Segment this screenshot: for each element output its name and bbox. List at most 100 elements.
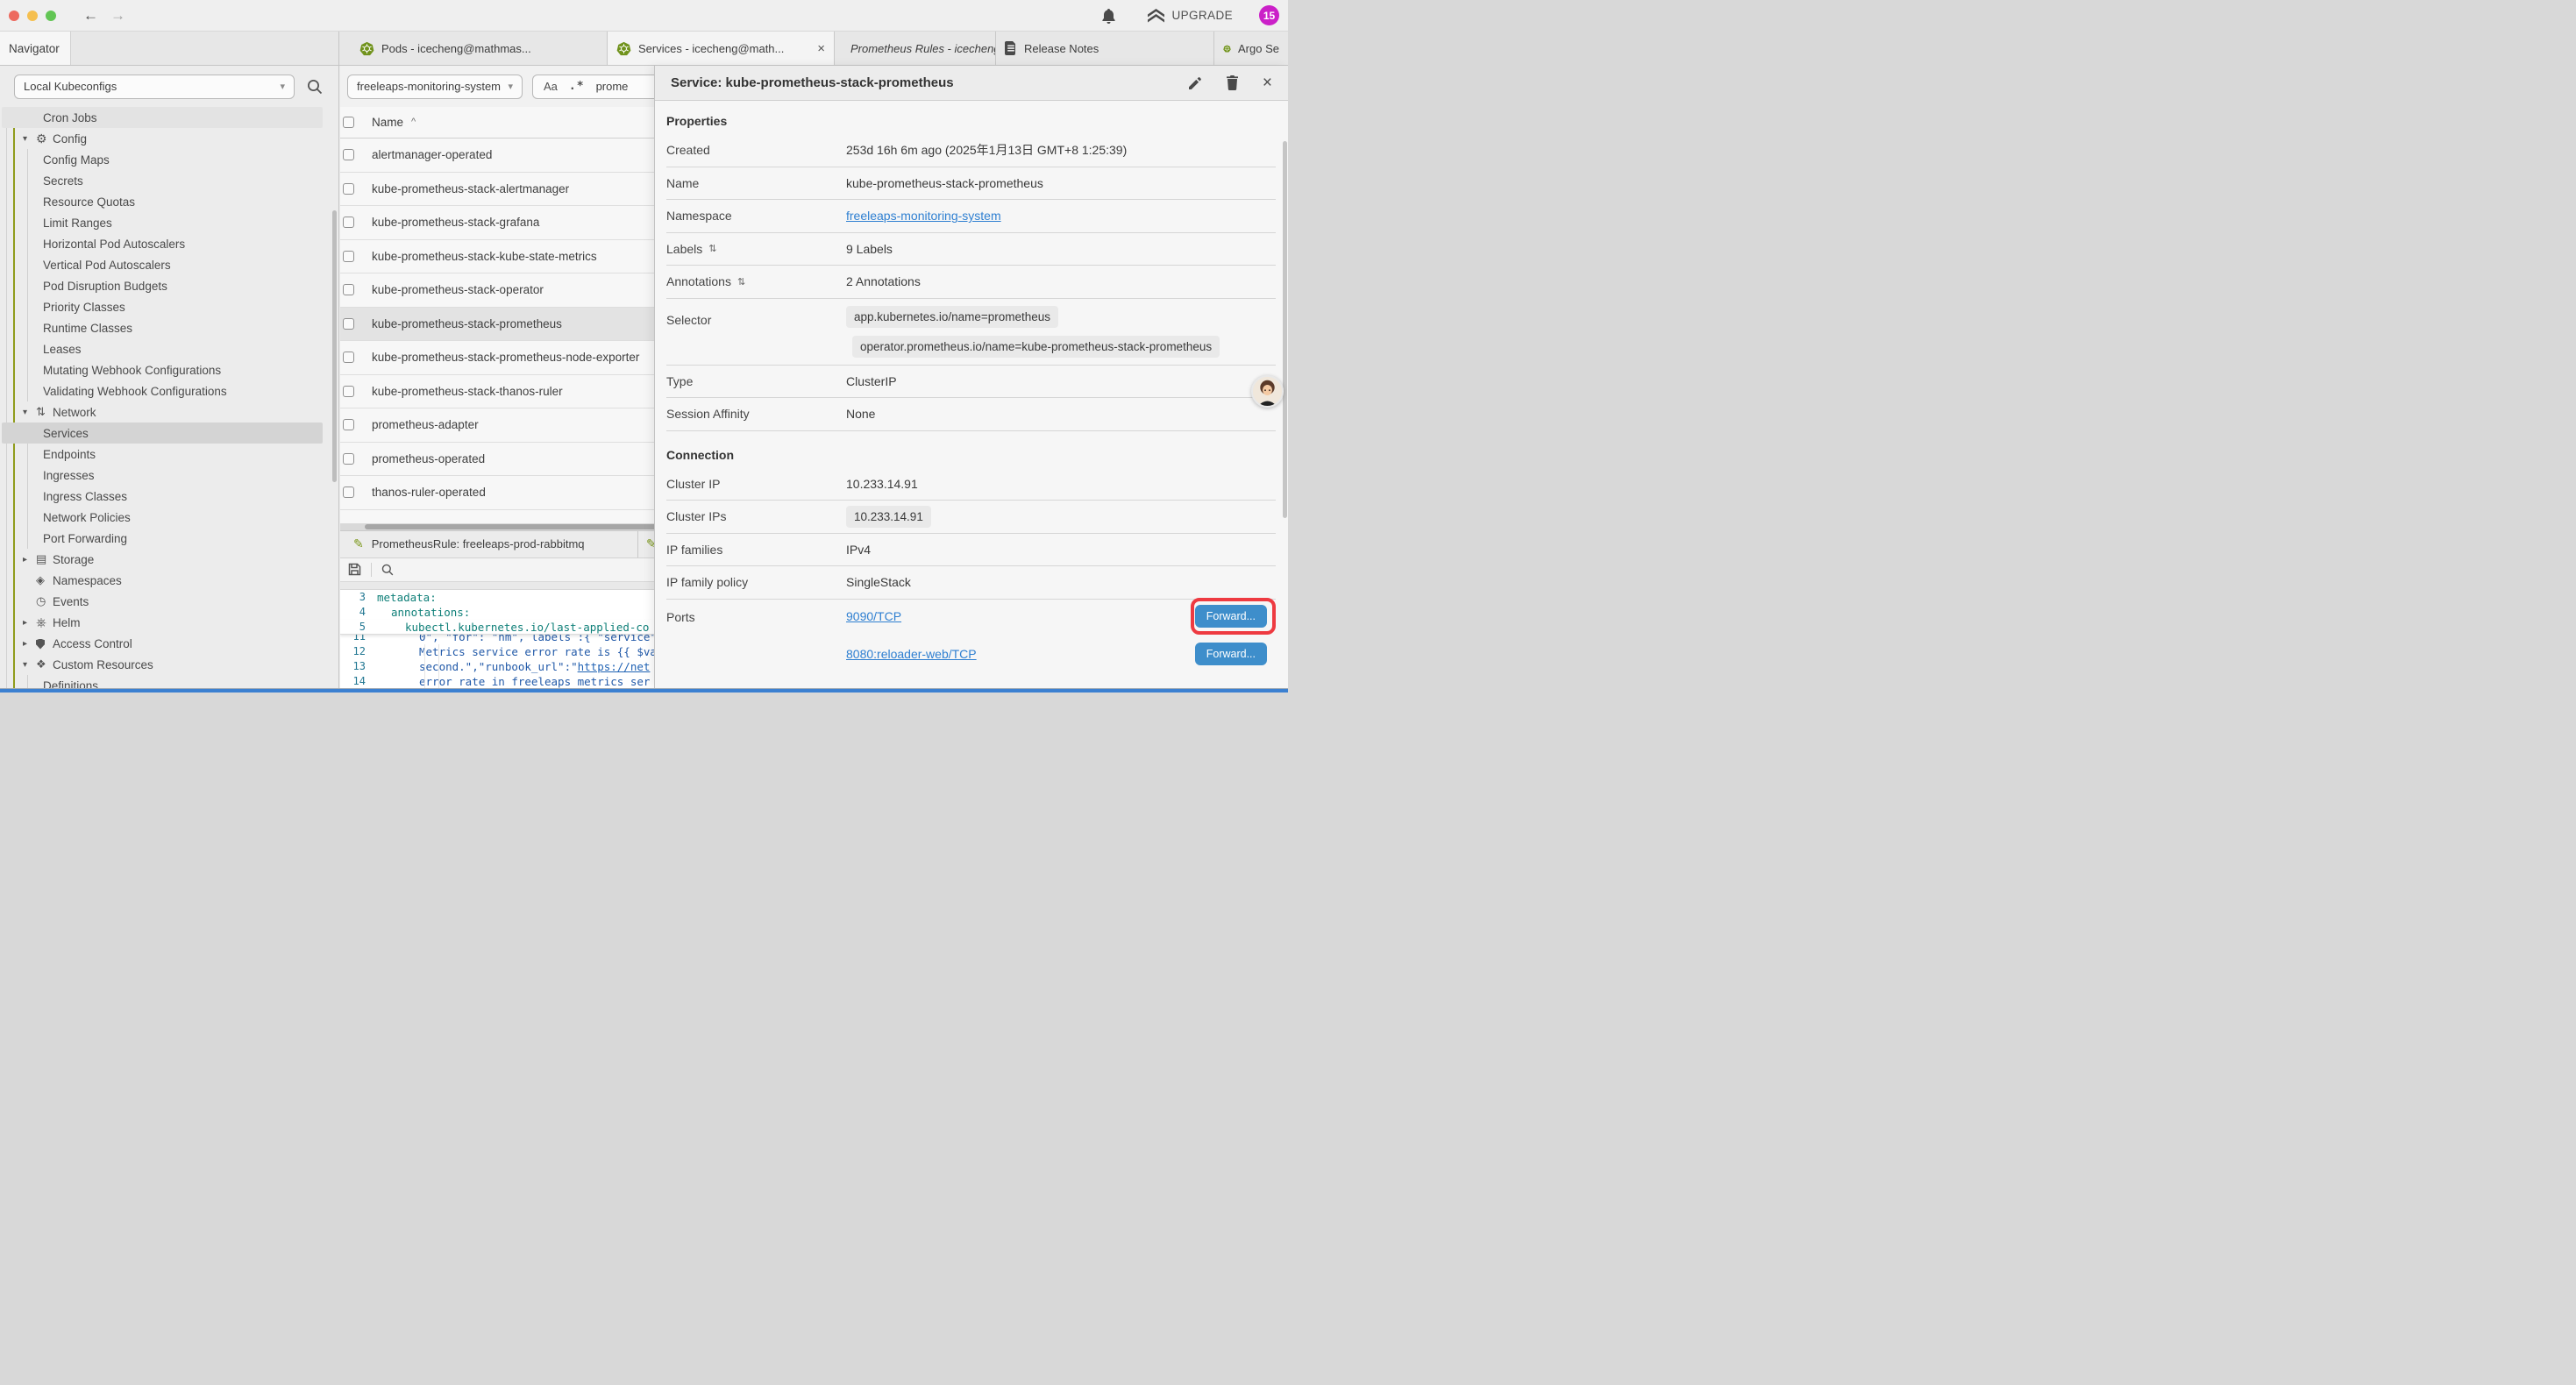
sidebar-item[interactable]: Runtime Classes [2, 317, 323, 338]
port-link-9090[interactable]: 9090/TCP [846, 609, 901, 623]
sidebar-item[interactable]: Config Maps [2, 149, 323, 170]
sidebar-item[interactable]: Access Control [2, 633, 323, 654]
window-zoom-button[interactable] [46, 11, 56, 21]
namespace-filter[interactable]: freeleaps-monitoring-system ▾ [347, 75, 523, 99]
forward-button-8080[interactable]: Forward... [1195, 643, 1267, 666]
row-checkbox[interactable] [343, 251, 354, 262]
row-checkbox[interactable] [343, 487, 354, 498]
chevron-icon[interactable] [23, 618, 36, 628]
app-tabs: Pods - icecheng@mathmas... Services - ic… [339, 32, 1288, 65]
column-header-name[interactable]: Name [372, 116, 403, 129]
chevron-icon[interactable] [23, 660, 36, 670]
drawer-scrollbar[interactable] [1283, 141, 1287, 518]
sidebar-item[interactable]: Endpoints [2, 444, 323, 465]
regex-toggle[interactable]: .* [569, 80, 585, 93]
line-number: 4 [340, 605, 377, 620]
property-row-ip-family-policy: IP family policy SingleStack [666, 566, 1276, 600]
window-close-button[interactable] [9, 11, 19, 21]
cluster-ip-chip[interactable]: 10.233.14.91 [846, 506, 931, 528]
upgrade-button[interactable]: UPGRADE [1148, 9, 1233, 23]
selector-chip[interactable]: app.kubernetes.io/name=prometheus [846, 306, 1058, 328]
tab-argo[interactable]: Argo Se [1214, 32, 1288, 65]
window-minimize-button[interactable] [27, 11, 38, 21]
navigator-scrollbar[interactable] [332, 210, 337, 482]
sidebar-item[interactable]: Ingresses [2, 465, 323, 486]
row-checkbox[interactable] [343, 149, 354, 160]
sidebar-item[interactable]: Secrets [2, 170, 323, 191]
search-icon[interactable] [307, 79, 323, 95]
row-checkbox[interactable] [343, 419, 354, 430]
sidebar-item[interactable]: Mutating Webhook Configurations [2, 359, 323, 380]
chevron-icon[interactable] [23, 408, 36, 417]
row-checkbox[interactable] [343, 284, 354, 295]
avatar[interactable] [1251, 375, 1284, 408]
sidebar-item[interactable]: Vertical Pod Autoscalers [2, 254, 323, 275]
tab-navigator[interactable]: Navigator [0, 32, 71, 65]
service-name: thanos-ruler-operated [372, 486, 486, 499]
select-all-checkbox[interactable] [343, 117, 354, 128]
sidebar-item[interactable]: Namespaces [2, 570, 323, 591]
property-row-ip-families: IP families IPv4 [666, 534, 1276, 567]
sidebar-item[interactable]: Horizontal Pod Autoscalers [2, 233, 323, 254]
sidebar-item[interactable]: Pod Disruption Budgets [2, 275, 323, 296]
sidebar-item[interactable]: Leases [2, 338, 323, 359]
sort-ascending-icon[interactable]: ^ [411, 117, 416, 127]
row-checkbox[interactable] [343, 318, 354, 330]
sidebar-item[interactable]: Definitions [2, 675, 323, 688]
chevron-icon[interactable] [23, 555, 36, 565]
editor-search-icon[interactable] [381, 564, 394, 576]
back-button[interactable]: ← [83, 8, 98, 23]
notification-badge[interactable]: 15 [1259, 5, 1279, 25]
close-icon[interactable]: × [1263, 74, 1272, 93]
kubeconfig-selector[interactable]: Local Kubeconfigs ▾ [14, 75, 295, 99]
sort-icon[interactable]: ⇅ [708, 243, 716, 254]
sidebar-item-label: Events [53, 595, 89, 608]
delete-icon[interactable] [1226, 75, 1239, 90]
save-icon[interactable] [348, 563, 361, 576]
service-name: kube-prometheus-stack-alertmanager [372, 182, 569, 195]
row-checkbox[interactable] [343, 183, 354, 195]
sidebar-item[interactable]: Helm [2, 612, 323, 633]
row-checkbox[interactable] [343, 386, 354, 397]
selector-chip[interactable]: operator.prometheus.io/name=kube-prometh… [852, 336, 1220, 358]
chevron-icon[interactable] [23, 134, 36, 144]
code-link[interactable]: https://net [578, 660, 651, 673]
sidebar-item[interactable]: Ingress Classes [2, 486, 323, 507]
chevron-icon[interactable] [23, 639, 36, 649]
sidebar-item[interactable]: Custom Resources [2, 654, 323, 675]
sidebar-item[interactable]: Resource Quotas [2, 191, 323, 212]
port-link-8080[interactable]: 8080:reloader-web/TCP [846, 647, 977, 661]
edit-icon[interactable] [1188, 76, 1202, 90]
tab-services[interactable]: Services - icecheng@math... × [608, 32, 835, 65]
labels-count[interactable]: 9 Labels [846, 242, 893, 256]
document-icon [1005, 41, 1017, 55]
property-value: 10.233.14.91 [846, 477, 918, 491]
tab-pods[interactable]: Pods - icecheng@mathmas... [351, 32, 608, 65]
line-number: 3 [340, 590, 377, 605]
tab-release-notes[interactable]: Release Notes [996, 32, 1214, 65]
row-checkbox[interactable] [343, 453, 354, 465]
namespace-link[interactable]: freeleaps-monitoring-system [846, 209, 1001, 223]
sidebar-item[interactable]: Network Policies [2, 507, 323, 528]
sidebar-item[interactable]: Validating Webhook Configurations [2, 380, 323, 401]
sidebar-item[interactable]: Limit Ranges [2, 212, 323, 233]
sidebar-item[interactable]: Network [2, 401, 323, 423]
tab-prometheus-rules[interactable]: Prometheus Rules - icecheng... [835, 32, 996, 65]
sidebar-item[interactable]: Priority Classes [2, 296, 323, 317]
sidebar-item[interactable]: Storage [2, 549, 323, 570]
forward-button-9090[interactable]: Forward... [1195, 605, 1267, 629]
sidebar-item[interactable]: Events [2, 591, 323, 612]
sidebar-item[interactable]: Cron Jobs [2, 107, 323, 128]
row-checkbox[interactable] [343, 352, 354, 363]
forward-button[interactable]: → [110, 8, 125, 23]
sidebar-item[interactable]: Config [2, 128, 323, 149]
bell-icon[interactable] [1101, 8, 1116, 24]
sidebar-item[interactable]: Services [2, 423, 323, 444]
close-tab-icon[interactable]: × [810, 41, 825, 56]
annotations-count[interactable]: 2 Annotations [846, 274, 921, 288]
sidebar-item[interactable]: Port Forwarding [2, 528, 323, 549]
row-checkbox[interactable] [343, 217, 354, 228]
sort-icon[interactable]: ⇅ [737, 276, 745, 288]
editor-tab-prometheusrule[interactable]: ✎ PrometheusRule: freeleaps-prod-rabbitm… [340, 531, 638, 558]
match-case-toggle[interactable]: Aa [544, 80, 558, 93]
